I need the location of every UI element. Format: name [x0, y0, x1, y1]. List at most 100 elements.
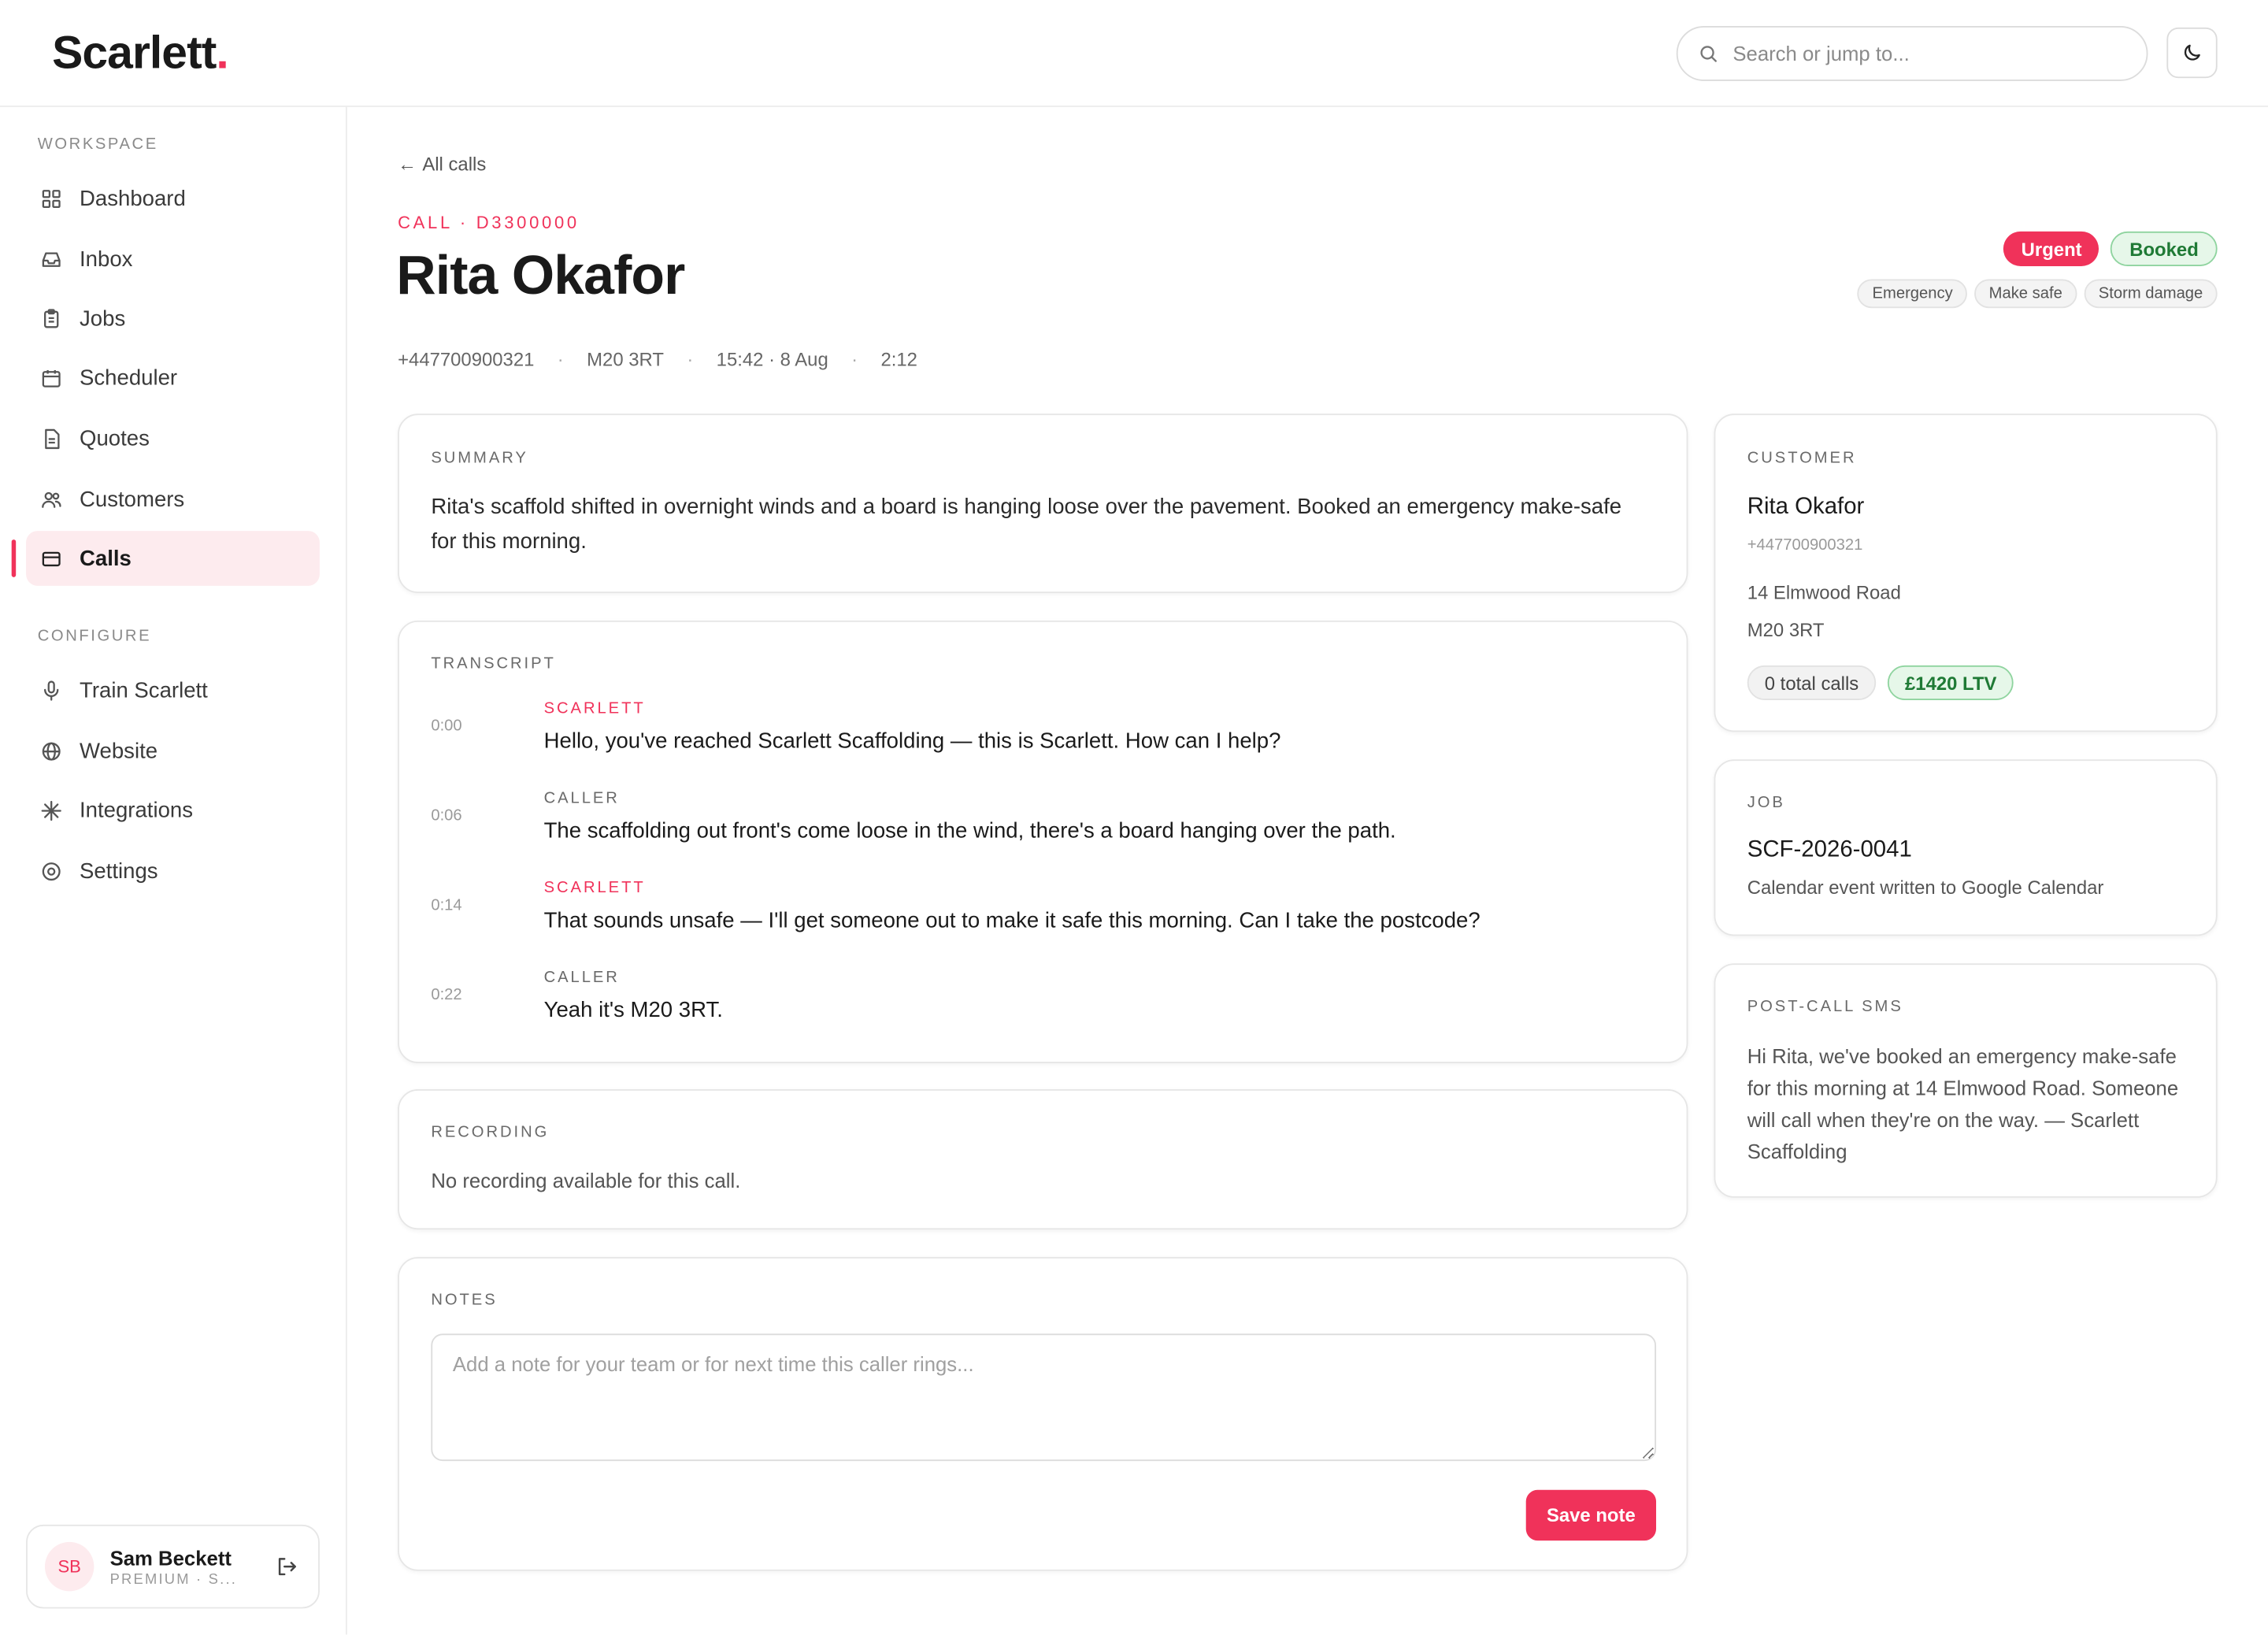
inbox-icon	[42, 251, 61, 266]
meta-separator: ·	[557, 348, 564, 371]
sidebar-item-label: Train Scarlett	[80, 677, 208, 703]
sidebar-item-label: Settings	[80, 858, 158, 884]
card-icon	[42, 551, 61, 566]
back-link-label: All calls	[422, 153, 487, 176]
turn-speaker: SCARLETT	[543, 699, 646, 718]
meta-postcode: M20 3RT	[587, 348, 664, 371]
sidebar-item-label: Dashboard	[80, 186, 186, 211]
turn-text: That sounds unsafe — I'll get someone ou…	[543, 908, 1480, 933]
save-note-button[interactable]: Save note	[1525, 1489, 1657, 1541]
sidebar-item-train-scarlett[interactable]: Train Scarlett	[26, 662, 320, 717]
sidebar-item-calls[interactable]: Calls	[11, 531, 320, 586]
turn-speaker: SCARLETT	[543, 879, 646, 897]
settings-icon	[42, 862, 61, 881]
meta-phone: +447700900321	[398, 348, 535, 371]
summary-text: Rita's scaffold shifted in overnight win…	[431, 495, 1622, 554]
meta-separator: ·	[687, 348, 694, 371]
globe-icon	[42, 741, 61, 760]
summary-card: SUMMARY Rita's scaffold shifted in overn…	[398, 413, 1688, 594]
turn-speaker: CALLER	[543, 789, 620, 807]
tag-emergency: Emergency	[1858, 279, 1968, 309]
arrow-left-icon: ←	[398, 153, 417, 176]
turn-text: The scaffolding out front's come loose i…	[543, 818, 1396, 843]
sidebar-item-inbox[interactable]: Inbox	[26, 232, 320, 287]
recording-card: RECORDING No recording available for thi…	[398, 1089, 1688, 1230]
call-id: CALL · D3300000	[398, 212, 580, 233]
status-badges: Urgent Booked	[2003, 231, 2218, 266]
job-label: JOB	[1747, 794, 1785, 812]
recording-empty-text: No recording available for this call.	[431, 1169, 741, 1192]
note-textarea[interactable]	[431, 1333, 1657, 1462]
meta-datetime: 15:42 · 8 Aug	[716, 348, 828, 371]
customer-phone: +447700900321	[1747, 536, 1863, 554]
theme-toggle-button[interactable]	[2166, 27, 2218, 79]
total-calls-pill: 0 total calls	[1747, 665, 1877, 700]
avatar: SB	[44, 1541, 94, 1592]
search-input[interactable]	[1732, 42, 2109, 65]
sidebar-item-customers[interactable]: Customers	[26, 472, 320, 527]
search-box[interactable]	[1676, 26, 2148, 81]
sidebar-item-website[interactable]: Website	[26, 723, 320, 778]
sidebar-item-dashboard[interactable]: Dashboard	[26, 171, 320, 226]
sidebar-item-label: Customers	[80, 487, 185, 512]
meta-separator: ·	[851, 348, 858, 371]
job-status: Calendar event written to Google Calenda…	[1747, 877, 2104, 899]
sidebar-item-quotes[interactable]: Quotes	[26, 411, 320, 466]
users-icon	[42, 491, 61, 507]
recording-label: RECORDING	[431, 1124, 550, 1142]
user-card[interactable]: SB Sam Beckett PREMIUM · S...	[26, 1524, 320, 1609]
sidebar-item-integrations[interactable]: Integrations	[26, 783, 320, 838]
customer-address-line2: M20 3RT	[1747, 619, 1825, 641]
sidebar-item-label: Integrations	[80, 797, 193, 823]
top-bar: Scarlett.	[0, 0, 2268, 107]
customer-stats: 0 total calls £1420 LTV	[1747, 665, 2014, 700]
microphone-icon	[44, 680, 59, 700]
transcript-label: TRANSCRIPT	[431, 655, 556, 673]
sidebar-item-scheduler[interactable]: Scheduler	[26, 350, 320, 405]
turn-time[interactable]: 0:22	[431, 987, 461, 1004]
ltv-pill: £1420 LTV	[1887, 665, 2014, 700]
page-title: Rita Okafor	[396, 246, 685, 307]
sidebar-item-label: Calls	[80, 546, 132, 571]
urgent-badge: Urgent	[2003, 231, 2099, 266]
turn-speaker: CALLER	[543, 969, 620, 987]
sidebar-item-label: Scheduler	[80, 365, 178, 390]
job-reference[interactable]: SCF-2026-0041	[1747, 837, 1912, 863]
turn-text: Yeah it's M20 3RT.	[543, 998, 723, 1023]
turn-time[interactable]: 0:06	[431, 807, 461, 825]
user-name: Sam Beckett	[109, 1545, 232, 1569]
grid-icon	[42, 189, 61, 208]
sms-label: POST-CALL SMS	[1747, 998, 1903, 1016]
configure-section-label: CONFIGURE	[37, 628, 152, 646]
turn-text: Hello, you've reached Scarlett Scaffoldi…	[543, 729, 1281, 754]
sidebar-item-settings[interactable]: Settings	[26, 843, 320, 899]
customer-card: CUSTOMER Rita Okafor +447700900321 14 El…	[1714, 413, 2218, 732]
call-meta: +447700900321 · M20 3RT · 15:42 · 8 Aug …	[398, 349, 917, 371]
turn-time[interactable]: 0:14	[431, 897, 461, 914]
transcript-card: TRANSCRIPT 0:00 SCARLETT Hello, you've r…	[398, 620, 1688, 1063]
job-card: JOB SCF-2026-0041 Calendar event written…	[1714, 759, 2218, 936]
back-link[interactable]: ← All calls	[398, 154, 486, 176]
notes-card: NOTES Save note	[398, 1257, 1688, 1571]
sms-card: POST-CALL SMS Hi Rita, we've booked an e…	[1714, 963, 2218, 1198]
sparkle-icon	[41, 799, 61, 821]
logout-icon[interactable]	[275, 1555, 298, 1578]
moon-icon	[2184, 44, 2200, 61]
sidebar-item-jobs[interactable]: Jobs	[26, 291, 320, 346]
notes-label: NOTES	[431, 1292, 498, 1310]
customer-address-line1: 14 Elmwood Road	[1747, 581, 1901, 603]
turn-time[interactable]: 0:00	[431, 717, 461, 735]
user-plan: PREMIUM · S...	[109, 1571, 238, 1588]
customer-name[interactable]: Rita Okafor	[1747, 495, 1865, 521]
calendar-icon	[42, 369, 61, 387]
sidebar: WORKSPACE Dashboard Inbox Jobs Scheduler…	[0, 106, 347, 1635]
tag-list: Emergency Make safe Storm damage	[1858, 279, 2218, 309]
booked-badge: Booked	[2110, 231, 2218, 266]
logo[interactable]: Scarlett.	[52, 26, 229, 80]
tag-make-safe: Make safe	[1974, 279, 2077, 309]
document-icon	[45, 428, 60, 449]
tag-storm-damage: Storm damage	[2084, 279, 2218, 309]
sidebar-item-label: Jobs	[80, 306, 126, 331]
customer-label: CUSTOMER	[1747, 450, 1857, 468]
sms-text: Hi Rita, we've booked an emergency make-…	[1747, 1044, 2179, 1163]
